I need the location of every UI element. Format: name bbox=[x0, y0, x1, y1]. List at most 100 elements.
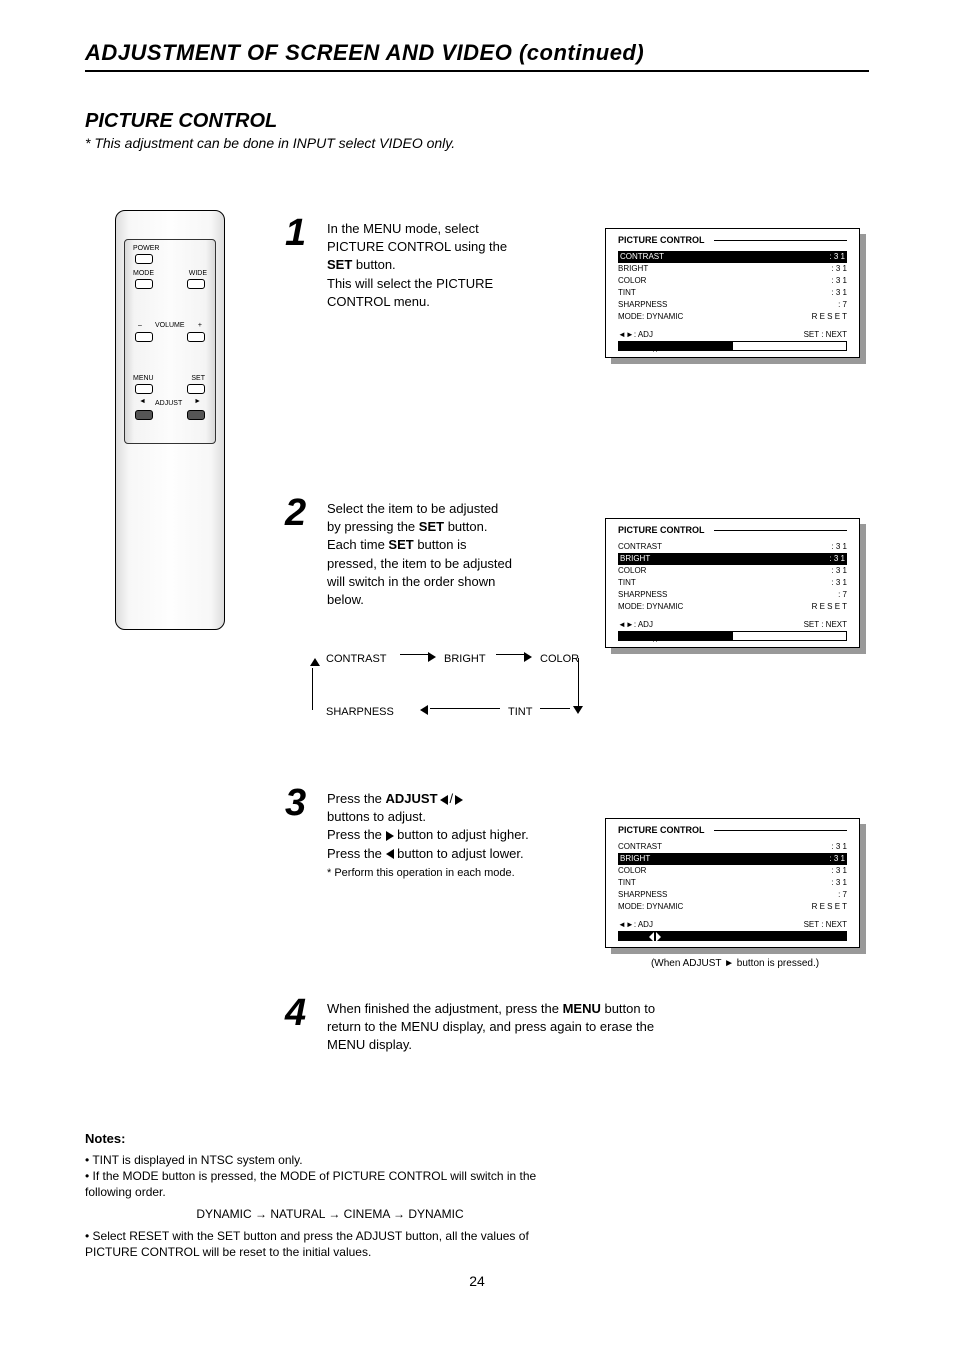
remote-label-menu: MENU bbox=[133, 375, 154, 382]
remote-label-vol-plus: + bbox=[198, 322, 202, 329]
osd-title-rule bbox=[714, 530, 847, 531]
osd-panel-3: PICTURE CONTROL CONTRAST: 3 1 BRIGHT: 3 … bbox=[605, 818, 860, 948]
step2-line3a: Each time bbox=[327, 537, 388, 552]
notes-line1: • TINT is displayed in NTSC system only. bbox=[85, 1152, 575, 1168]
step3-line2: buttons to adjust. bbox=[327, 809, 426, 824]
osd-row-k: COLOR bbox=[618, 865, 646, 877]
osd-row-v: : 3 1 bbox=[831, 541, 847, 553]
osd-row-k: COLOR bbox=[618, 565, 646, 577]
notes-line4: • Select RESET with the SET button and p… bbox=[85, 1228, 575, 1244]
osd-bar-left: ◄►: ADJ bbox=[618, 920, 653, 929]
step-1: 1 In the MENU mode, select PICTURE CONTR… bbox=[285, 220, 575, 311]
step3-line4b: button to adjust lower. bbox=[394, 846, 524, 861]
step2-line5: will switch in the order shown bbox=[327, 574, 495, 589]
remote-label-power: POWER bbox=[133, 245, 159, 252]
arrow-line bbox=[312, 668, 313, 710]
osd-bar-right: SET : NEXT bbox=[804, 330, 847, 339]
remote-control-illustration: POWER MODE WIDE – VOLUME + MENU SET ◄ AD… bbox=[115, 210, 225, 630]
step-number: 3 bbox=[285, 782, 306, 825]
step3-line3a: Press the bbox=[327, 827, 386, 842]
arrow-left-icon bbox=[386, 849, 394, 859]
step2-line2a: by pressing the bbox=[327, 519, 419, 534]
remote-vol-up-button bbox=[187, 332, 205, 342]
remote-label-volume: VOLUME bbox=[155, 322, 185, 329]
step3-line4a: Press the bbox=[327, 846, 386, 861]
notes-heading: Notes: bbox=[85, 1130, 575, 1148]
remote-adjust-right-button bbox=[187, 410, 205, 420]
osd-mode-v: R E S E T bbox=[812, 311, 847, 323]
step1-line2: PICTURE CONTROL using the bbox=[327, 239, 507, 254]
osd-row-v: : 3 1 bbox=[831, 877, 847, 889]
step2-line6: below. bbox=[327, 592, 364, 607]
step-number: 1 bbox=[285, 212, 306, 255]
notes-line3: following order. bbox=[85, 1184, 575, 1200]
remote-label-adj-right: ► bbox=[194, 398, 201, 405]
notes-sequence: DYNAMIC → NATURAL → CINEMA → DYNAMIC bbox=[85, 1206, 575, 1222]
cycle-contrast: CONTRAST bbox=[326, 652, 387, 666]
osd-row-k: SHARPNESS bbox=[618, 299, 667, 311]
step1-line4: This will select the PICTURE bbox=[327, 276, 493, 291]
cycle-bright: BRIGHT bbox=[444, 652, 486, 666]
arrow-right-icon bbox=[524, 650, 532, 664]
remote-set-button bbox=[187, 384, 205, 394]
step1-line3b: button. bbox=[352, 257, 395, 272]
step-3: 3 Press the ADJUST/ buttons to adjust. P… bbox=[285, 790, 575, 881]
step2-set1: SET bbox=[419, 519, 444, 534]
page-header: ADJUSTMENT OF SCREEN AND VIDEO (continue… bbox=[85, 40, 869, 72]
step2-line3c: button is bbox=[414, 537, 467, 552]
osd-rows: CONTRAST: 3 1 BRIGHT: 3 1 COLOR: 3 1 TIN… bbox=[618, 541, 847, 613]
step3-adjust1: ADJUST bbox=[386, 791, 438, 806]
arrow-line bbox=[540, 708, 570, 709]
osd-row-k: CONTRAST bbox=[618, 841, 662, 853]
osd-rows: CONTRAST: 3 1 BRIGHT: 3 1 COLOR: 3 1 TIN… bbox=[618, 251, 847, 323]
arrow-down-icon bbox=[573, 704, 583, 718]
osd-mode-v: R E S E T bbox=[812, 601, 847, 613]
osd-row-v: : 3 1 bbox=[831, 865, 847, 877]
arrow-line bbox=[430, 708, 500, 709]
arrow-left-icon bbox=[420, 703, 428, 717]
osd-bar-right: SET : NEXT bbox=[804, 920, 847, 929]
remote-wide-button bbox=[187, 279, 205, 289]
step1-set: SET bbox=[327, 257, 352, 272]
step4-line2: return to the MENU display, and press ag… bbox=[327, 1019, 654, 1034]
osd-title: PICTURE CONTROL bbox=[618, 525, 705, 535]
osd-mode-k: MODE: DYNAMIC bbox=[618, 311, 683, 323]
step4-line1c: button to bbox=[601, 1001, 655, 1016]
osd-row-v: : 3 1 bbox=[829, 553, 845, 565]
osd-bar-right: SET : NEXT bbox=[804, 620, 847, 629]
osd-row-v: : 7 bbox=[838, 299, 847, 311]
remote-label-adj-left: ◄ bbox=[139, 398, 146, 405]
cycle-sharpness: SHARPNESS bbox=[326, 705, 394, 719]
osd-row-v: : 3 1 bbox=[829, 853, 845, 865]
osd-bar bbox=[618, 631, 847, 641]
remote-adjust-left-button bbox=[135, 410, 153, 420]
step4-menu: MENU bbox=[563, 1001, 601, 1016]
step3-line5: * Perform this operation in each mode. bbox=[327, 867, 515, 879]
osd-row-k: COLOR bbox=[618, 275, 646, 287]
step3-line3b: button to adjust higher. bbox=[394, 827, 529, 842]
osd-row-k: TINT bbox=[618, 287, 636, 299]
step4-line1a: When finished the adjustment, press the bbox=[327, 1001, 563, 1016]
osd-row-k: BRIGHT bbox=[620, 553, 650, 565]
osd-title-rule bbox=[714, 830, 847, 831]
osd-mode-k: MODE: DYNAMIC bbox=[618, 901, 683, 913]
remote-power-button bbox=[135, 254, 153, 264]
osd-title: PICTURE CONTROL bbox=[618, 235, 705, 245]
osd-row-v: : 3 1 bbox=[831, 287, 847, 299]
osd-row-v: : 3 1 bbox=[831, 263, 847, 275]
notes-line5: PICTURE CONTROL will be reset to the ini… bbox=[85, 1244, 575, 1260]
remote-menu-button bbox=[135, 384, 153, 394]
arrow-line bbox=[496, 654, 524, 655]
step-4: 4 When finished the adjustment, press th… bbox=[285, 1000, 785, 1055]
cycle-diagram: CONTRAST BRIGHT COLOR SHARPNESS TINT bbox=[300, 650, 600, 720]
step3-line1a: Press the bbox=[327, 791, 386, 806]
step-number: 4 bbox=[285, 992, 306, 1035]
step4-line3: MENU display. bbox=[327, 1037, 412, 1052]
osd-row-k: BRIGHT bbox=[618, 263, 648, 275]
section-heading: PICTURE CONTROL bbox=[85, 110, 277, 133]
osd-bar bbox=[618, 341, 847, 351]
osd-row-v: : 3 1 bbox=[831, 275, 847, 287]
osd-row-k: SHARPNESS bbox=[618, 589, 667, 601]
arrow-line bbox=[578, 658, 579, 708]
osd-bar bbox=[618, 931, 847, 941]
